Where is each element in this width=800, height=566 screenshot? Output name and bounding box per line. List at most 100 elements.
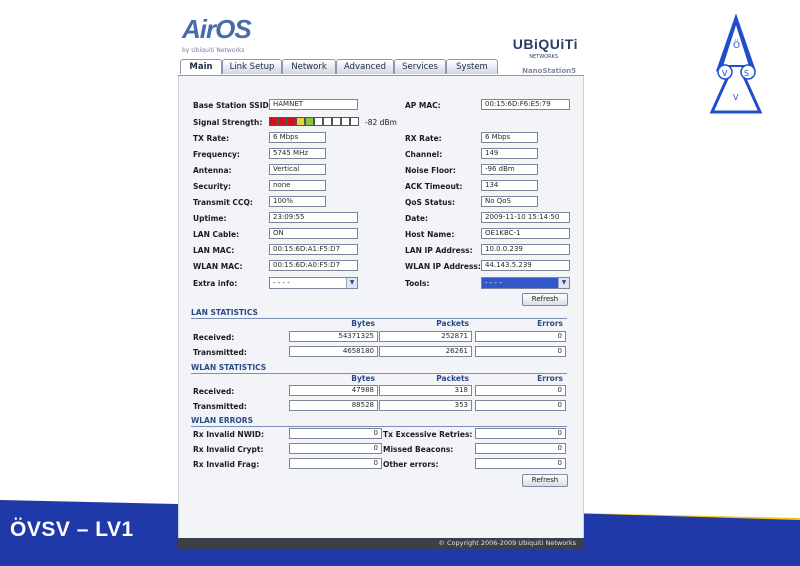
lan-cable-value: ON [269, 228, 358, 239]
base-station-ssid-value: HAMNET [269, 99, 358, 110]
signal-segment [278, 117, 287, 126]
wlan-received-packets: 318 [379, 385, 472, 396]
noise-floor-value: -96 dBm [481, 164, 538, 175]
signal-segment [287, 117, 296, 126]
errors-refresh-button[interactable]: Refresh [522, 474, 568, 487]
channel-label: Channel: [405, 150, 443, 159]
wlan-col-packets: Packets [436, 374, 469, 383]
rx-invalid-crypt-label: Rx Invalid Crypt: [193, 445, 264, 454]
wlan-col-errors: Errors [537, 374, 563, 383]
signal-strength-meter [269, 117, 359, 126]
signal-strength-value: -82 dBm [365, 118, 397, 127]
other-errors-value: 0 [475, 458, 566, 469]
wlan-errors-header: WLAN ERRORS [191, 416, 567, 427]
wlan-mac-label: WLAN MAC: [193, 262, 243, 271]
chevron-down-icon: ▼ [346, 278, 357, 288]
lan-statistics-header: LAN STATISTICS [191, 308, 567, 319]
qos-status-label: QoS Status: [405, 198, 455, 207]
wlan-mac-value: 00:15:6D:A0:F5:D7 [269, 260, 358, 271]
ap-mac-value: 00:15:6D:F6:E5:79 [481, 99, 570, 110]
rx-invalid-frag-value: 0 [289, 458, 382, 469]
security-label: Security: [193, 182, 232, 191]
lan-received-packets: 252871 [379, 331, 472, 342]
base-station-ssid-label: Base Station SSID: [193, 101, 272, 110]
signal-segment [341, 117, 350, 126]
tx-excessive-retries-value: 0 [475, 428, 566, 439]
airos-logo: AirOS [182, 14, 252, 44]
copyright-text: © Copyright 2006-2009 Ubiquiti Networks [438, 539, 576, 547]
tab-advanced[interactable]: Advanced [336, 59, 394, 74]
rx-invalid-crypt-value: 0 [289, 443, 382, 454]
host-name-value: OE1KBC-1 [481, 228, 570, 239]
signal-segment [350, 117, 359, 126]
tab-network[interactable]: Network [282, 59, 336, 74]
main-content: Base Station SSID: HAMNET AP MAC: 00:15:… [178, 76, 584, 538]
signal-segment [323, 117, 332, 126]
lan-mac-label: LAN MAC: [193, 246, 235, 255]
host-name-label: Host Name: [405, 230, 455, 239]
tab-services[interactable]: Services [394, 59, 446, 74]
uptime-value: 23:09:55 [269, 212, 358, 223]
lan-received-bytes: 54371325 [289, 331, 378, 342]
refresh-button[interactable]: Refresh [522, 293, 568, 306]
extra-info-select[interactable]: - - - - ▼ [269, 277, 358, 289]
svg-text:S: S [744, 69, 749, 78]
antenna-label: Antenna: [193, 166, 232, 175]
svg-text:V: V [733, 93, 739, 102]
lan-transmitted-label: Transmitted: [193, 348, 247, 357]
lan-mac-value: 00:15:6D:A1:F5:D7 [269, 244, 358, 255]
wlan-received-bytes: 47988 [289, 385, 378, 396]
signal-segment [332, 117, 341, 126]
wlan-transmitted-bytes: 88528 [289, 400, 378, 411]
footer-bar: © Copyright 2006-2009 Ubiquiti Networks [178, 538, 584, 550]
channel-value: 149 [481, 148, 538, 159]
tx-rate-label: TX Rate: [193, 134, 230, 143]
lan-received-label: Received: [193, 333, 235, 342]
svg-text:Ö: Ö [733, 40, 740, 51]
lan-cable-label: LAN Cable: [193, 230, 240, 239]
wlan-received-label: Received: [193, 387, 235, 396]
noise-floor-label: Noise Floor: [405, 166, 456, 175]
rx-invalid-nwid-label: Rx Invalid NWID: [193, 430, 264, 439]
ap-mac-label: AP MAC: [405, 101, 441, 110]
chevron-down-icon: ▼ [558, 278, 569, 288]
ovsv-emblem-icon: Ö V S V [709, 13, 763, 114]
ack-timeout-label: ACK Timeout: [405, 182, 463, 191]
missed-beacons-value: 0 [475, 443, 566, 454]
device-model: NanoStation5 [522, 67, 576, 75]
wlan-received-errors: 0 [475, 385, 566, 396]
tx-rate-value: 6 Mbps [269, 132, 326, 143]
date-value: 2009-11-10 15:14:50 [481, 212, 570, 223]
slide-footer-title: ÖVSV – LV1 [10, 518, 134, 541]
signal-segment [269, 117, 278, 126]
lan-ip-value: 10.0.0.239 [481, 244, 570, 255]
tools-label: Tools: [405, 279, 430, 288]
signal-segment [305, 117, 314, 126]
wlan-transmitted-errors: 0 [475, 400, 566, 411]
tab-main[interactable]: Main [180, 59, 222, 74]
qos-status-value: No QoS [481, 196, 538, 207]
rx-invalid-frag-label: Rx Invalid Frag: [193, 460, 260, 469]
other-errors-label: Other errors: [383, 460, 439, 469]
airos-panel: AirOS by Ubiquiti Networks UBiQUiTi NETW… [178, 10, 584, 550]
uptime-label: Uptime: [193, 214, 227, 223]
signal-strength-label: Signal Strength: [193, 118, 263, 127]
lan-col-errors: Errors [537, 319, 563, 328]
lan-transmitted-errors: 0 [475, 346, 566, 357]
security-value: none [269, 180, 326, 191]
frequency-value: 5745 MHz [269, 148, 326, 159]
missed-beacons-label: Missed Beacons: [383, 445, 454, 454]
tx-excessive-retries-label: Tx Excessive Retries: [383, 430, 473, 439]
wlan-statistics-header: WLAN STATISTICS [191, 363, 567, 374]
tools-select[interactable]: - - - - ▼ [481, 277, 570, 289]
tab-system[interactable]: System [446, 59, 498, 74]
lan-col-bytes: Bytes [351, 319, 375, 328]
rx-rate-value: 6 Mbps [481, 132, 538, 143]
wlan-col-bytes: Bytes [351, 374, 375, 383]
transmit-ccq-value: 100% [269, 196, 326, 207]
lan-transmitted-bytes: 4658180 [289, 346, 378, 357]
lan-received-errors: 0 [475, 331, 566, 342]
extra-info-selected: - - - - [273, 279, 290, 287]
tab-link-setup[interactable]: Link Setup [222, 59, 282, 74]
rx-rate-label: RX Rate: [405, 134, 442, 143]
